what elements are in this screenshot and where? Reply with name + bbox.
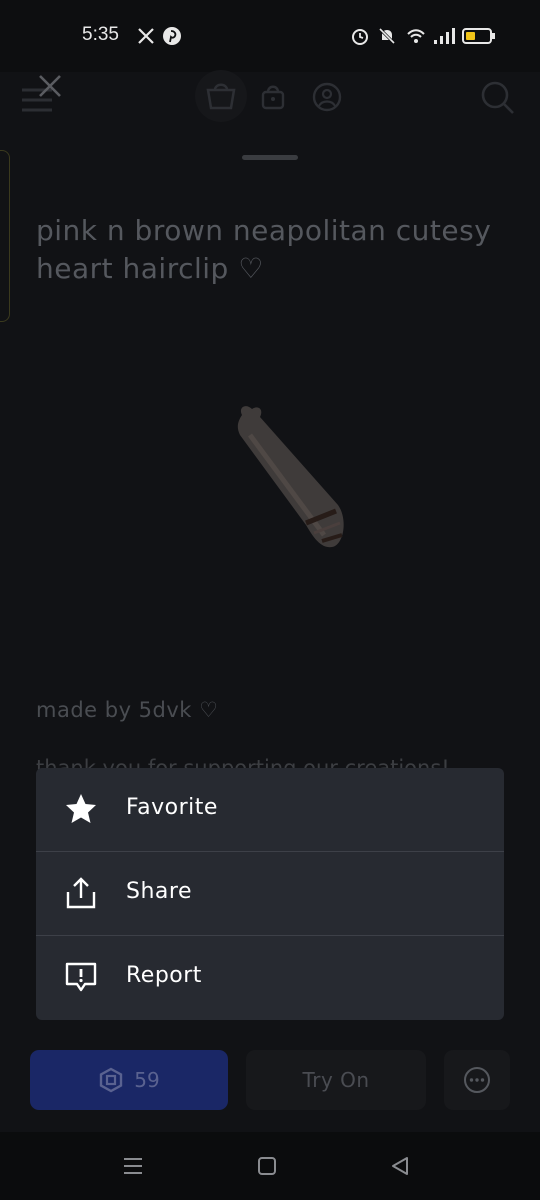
- navigation-bar: [0, 1132, 540, 1200]
- lock-bag-icon[interactable]: [259, 82, 287, 110]
- status-bar: 5:35: [0, 0, 540, 72]
- context-menu: Favorite Share Report: [36, 768, 504, 1020]
- creator-text: made by 5dvk ♡: [36, 698, 219, 722]
- close-icon[interactable]: [36, 72, 64, 100]
- favorite-menu-item[interactable]: Favorite: [36, 768, 504, 852]
- battery-icon: [462, 28, 495, 44]
- item-image: [237, 406, 344, 548]
- back-icon[interactable]: [390, 1156, 410, 1176]
- home-icon[interactable]: [257, 1156, 277, 1176]
- x-icon: [138, 28, 154, 44]
- item-title: pink n brown neapolitan cutesy heart hai…: [36, 214, 492, 285]
- status-time: 5:35: [82, 24, 119, 45]
- app-header: [0, 70, 540, 132]
- price-text: 59: [134, 1068, 160, 1092]
- drag-handle[interactable]: [242, 155, 298, 160]
- action-bar: 59 Try On: [0, 1050, 540, 1110]
- muted-bell-icon: [378, 27, 396, 45]
- more-icon: [464, 1067, 490, 1093]
- star-icon: [66, 794, 96, 823]
- robux-icon: [100, 1067, 123, 1093]
- share-icon: [66, 877, 96, 909]
- favorite-label: Favorite: [126, 795, 218, 820]
- recents-icon[interactable]: [122, 1156, 144, 1176]
- signal-icon: [434, 28, 455, 44]
- shopping-bag-icon[interactable]: [193, 70, 249, 122]
- alarm-icon: [352, 29, 368, 45]
- more-button[interactable]: [444, 1050, 510, 1110]
- left-edge-panel: [0, 150, 10, 322]
- wifi-icon: [407, 29, 425, 43]
- pinterest-icon: [163, 27, 181, 45]
- buy-button[interactable]: 59: [30, 1050, 228, 1110]
- share-label: Share: [126, 879, 192, 904]
- report-label: Report: [126, 963, 202, 988]
- share-menu-item[interactable]: Share: [36, 852, 504, 936]
- search-icon[interactable]: [480, 80, 516, 116]
- report-icon: [65, 962, 97, 992]
- avatar-icon[interactable]: [312, 82, 342, 112]
- try-on-button[interactable]: Try On: [246, 1050, 426, 1110]
- report-menu-item[interactable]: Report: [36, 936, 504, 1020]
